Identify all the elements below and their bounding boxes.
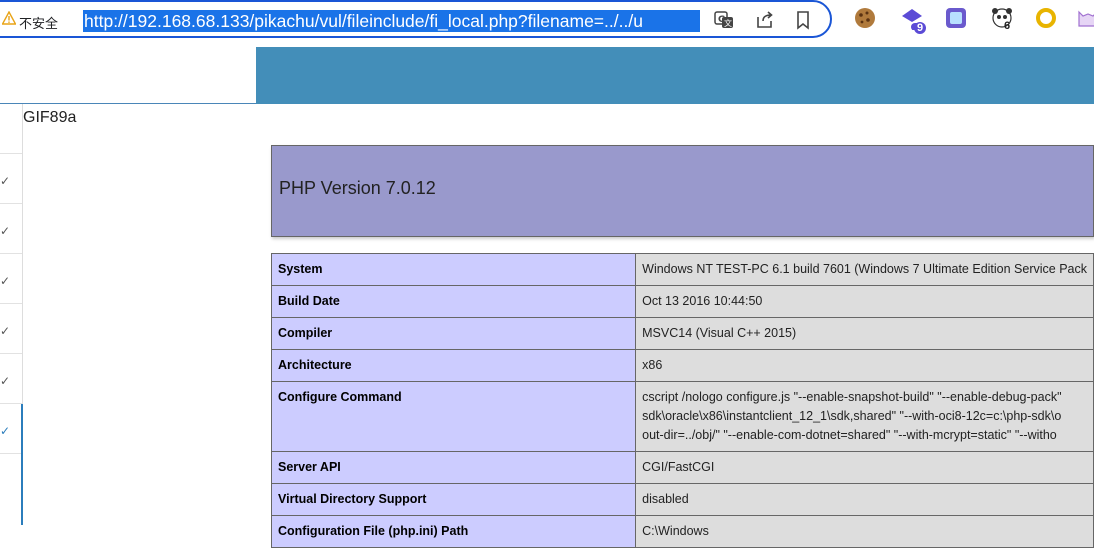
sidebar-item[interactable]: ✓ <box>0 354 22 404</box>
page-title: PHP Version 7.0.12 <box>279 178 436 198</box>
info-value: CGI/FastCGI <box>635 451 1094 484</box>
header-left <box>0 47 256 104</box>
table-row: System Windows NT TEST-PC 6.1 build 7601 … <box>270 253 1094 286</box>
bookmark-icon[interactable] <box>792 9 814 31</box>
url-text[interactable]: http://192.168.68.133/pikachu/vul/filein… <box>83 10 700 32</box>
info-value: MSVC14 (Visual C++ 2015) <box>635 317 1094 350</box>
table-row: Virtual Directory Support disabled <box>270 483 1094 516</box>
table-row: Compiler MSVC14 (Visual C++ 2015) <box>270 317 1094 350</box>
info-value: C:\Windows <box>635 515 1094 548</box>
address-bar[interactable]: 不安全 http://192.168.68.133/pikachu/vul/fi… <box>0 0 832 38</box>
sidebar-item[interactable] <box>0 104 22 154</box>
info-value: x86 <box>635 349 1094 382</box>
table-row: Server API CGI/FastCGI <box>270 451 1094 484</box>
table-row: Build Date Oct 13 2016 10:44:50 <box>270 285 1094 318</box>
info-value-line: out-dir=../obj/" "--enable-com-dotnet=sh… <box>642 428 1057 442</box>
table-row: Configuration File (php.ini) Path C:\Wind… <box>270 515 1094 548</box>
info-key: Configuration File (php.ini) Path <box>270 515 637 548</box>
header-bar <box>256 47 1094 104</box>
check-icon: ✓ <box>0 224 11 238</box>
info-key: Server API <box>270 451 637 484</box>
check-icon: ✓ <box>0 324 11 338</box>
info-key: Compiler <box>270 317 637 350</box>
sidebar-active-indicator <box>21 404 23 525</box>
cookie-extension-icon[interactable] <box>853 6 877 30</box>
info-value-line: sdk\oracle\x86\instantclient_12_1\sdk,sh… <box>642 409 1062 423</box>
info-key: Architecture <box>270 349 637 382</box>
sidebar: ✓ ✓ ✓ ✓ ✓ ✓ <box>0 104 23 525</box>
translate-icon[interactable]: G 文 <box>713 9 735 31</box>
php-version-header: PHP Version 7.0.12 <box>271 145 1094 237</box>
browser-toolbar: 不安全 http://192.168.68.133/pikachu/vul/fi… <box>0 0 1094 40</box>
ring-extension-icon[interactable] <box>1034 6 1058 30</box>
info-value-line: cscript /nologo configure.js "--enable-s… <box>642 390 1062 404</box>
check-icon: ✓ <box>0 274 11 288</box>
sidebar-item[interactable]: ✓ <box>0 254 22 304</box>
gif-header-text: GIF89a <box>23 109 77 126</box>
extension-badge: 9 <box>914 22 927 34</box>
sidebar-item-active[interactable]: ✓ <box>0 404 22 454</box>
check-icon: ✓ <box>0 174 11 188</box>
cat-extension-icon[interactable] <box>1076 6 1094 30</box>
share-icon[interactable] <box>754 9 776 31</box>
security-label[interactable]: 不安全 <box>19 13 58 32</box>
warning-icon[interactable] <box>2 11 16 25</box>
info-value: cscript /nologo configure.js "--enable-s… <box>635 381 1094 452</box>
sidebar-item[interactable]: ✓ <box>0 154 22 204</box>
info-value: Windows NT TEST-PC 6.1 build 7601 (Windo… <box>635 253 1094 286</box>
info-key: Virtual Directory Support <box>270 483 637 516</box>
info-key: Build Date <box>270 285 637 318</box>
sidebar-item[interactable]: ✓ <box>0 204 22 254</box>
info-value: disabled <box>635 483 1094 516</box>
info-key: System <box>270 253 637 286</box>
panda-extension-icon[interactable] <box>990 6 1014 30</box>
check-icon: ✓ <box>0 374 11 388</box>
table-row: Configure Command cscript /nologo configu… <box>270 381 1094 452</box>
table-row: Architecture x86 <box>270 349 1094 382</box>
svg-text:文: 文 <box>724 18 732 28</box>
sidebar-item[interactable]: ✓ <box>0 304 22 354</box>
extension-badge: 6 <box>1004 20 1011 32</box>
info-value: Oct 13 2016 10:44:50 <box>635 285 1094 318</box>
php-info-table: System Windows NT TEST-PC 6.1 build 7601 … <box>270 253 1094 548</box>
check-icon: ✓ <box>0 424 11 438</box>
info-key: Configure Command <box>270 381 637 452</box>
window-extension-icon[interactable] <box>944 6 968 30</box>
